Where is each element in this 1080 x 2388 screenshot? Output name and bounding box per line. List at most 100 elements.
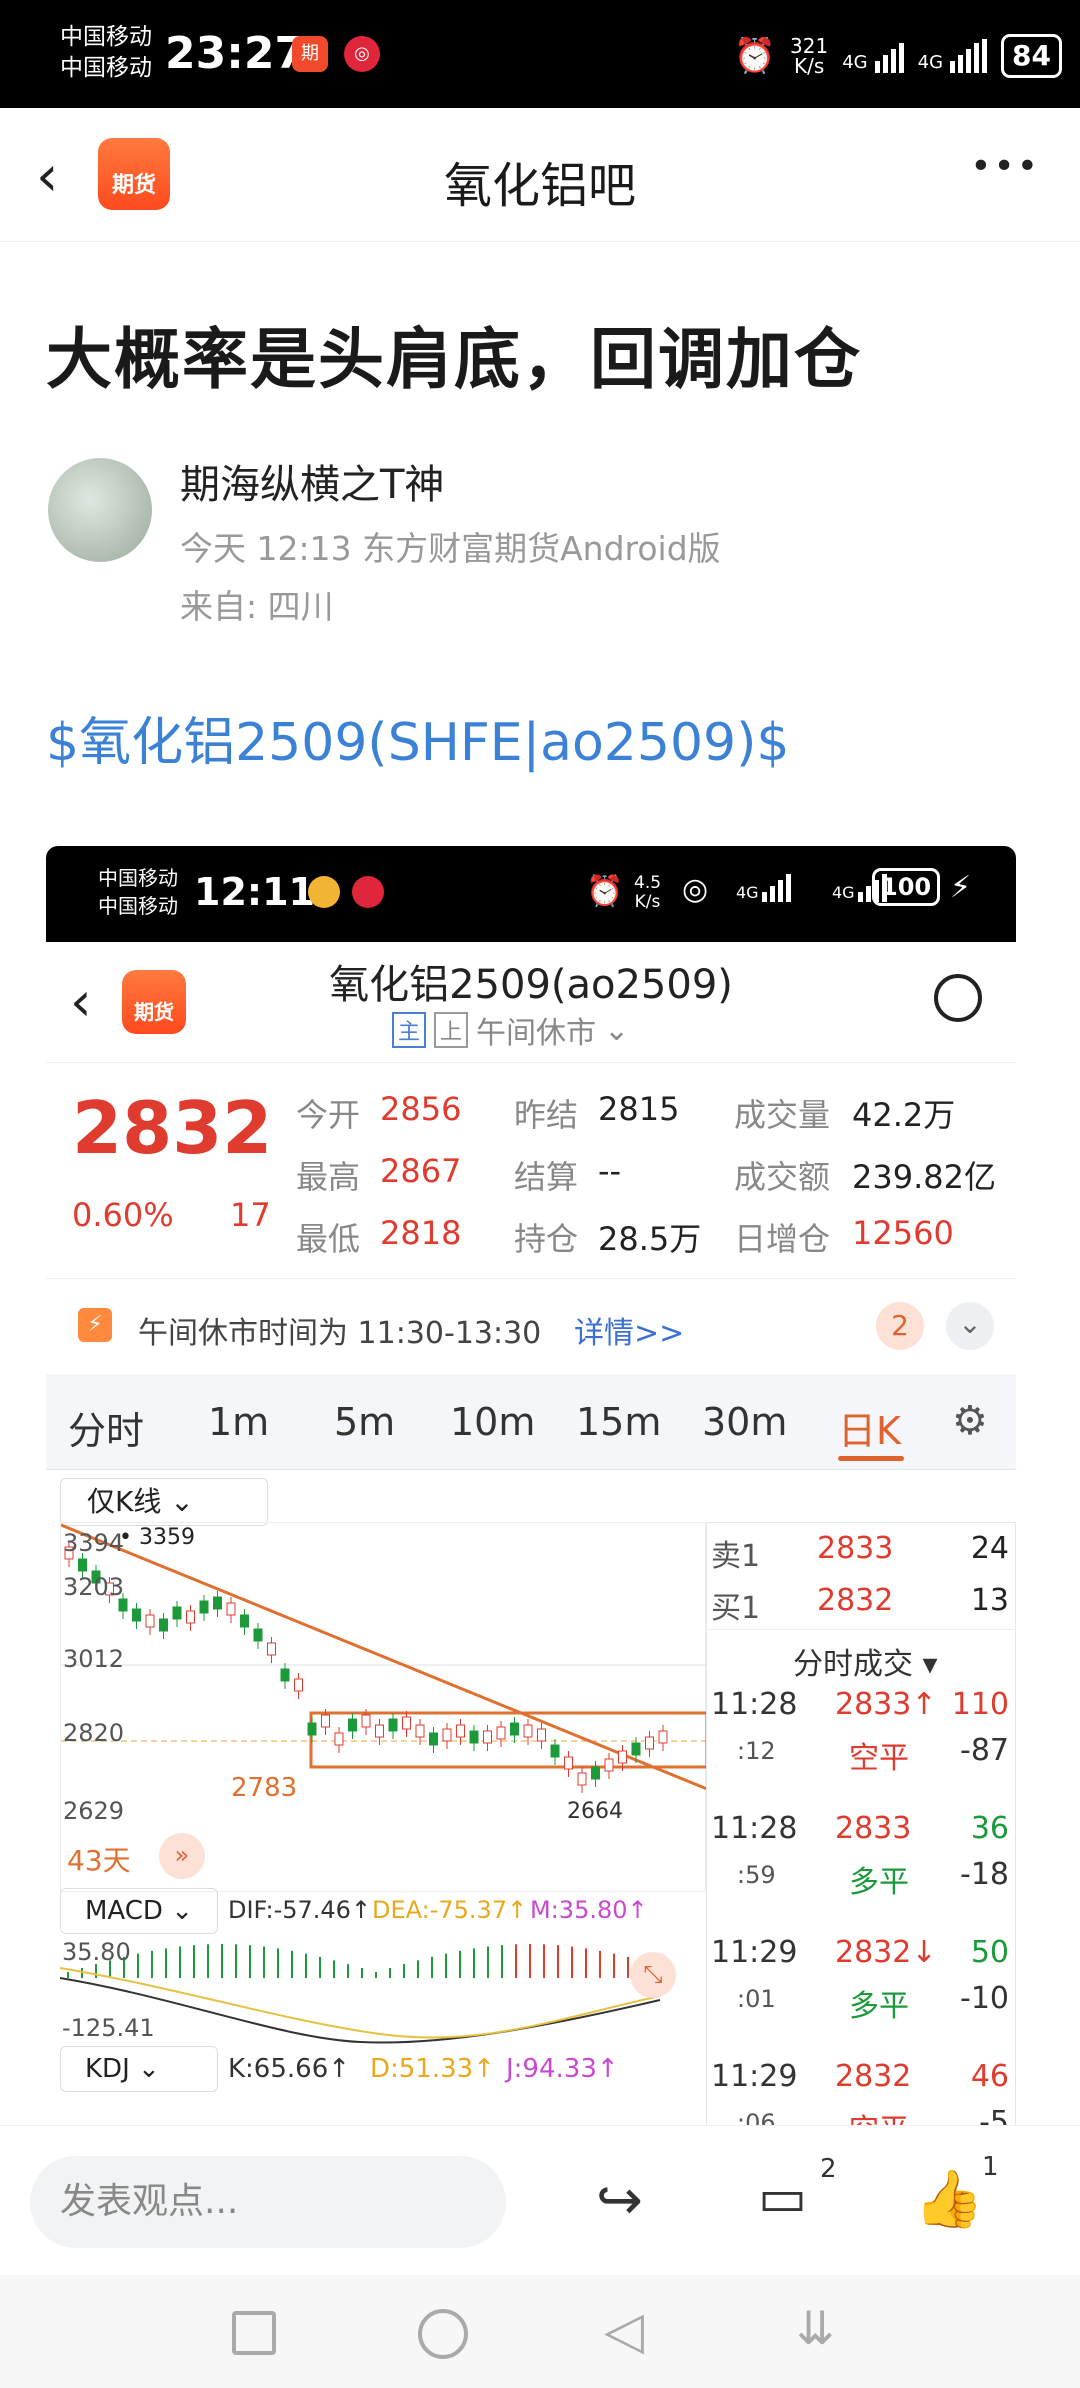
search-icon[interactable] bbox=[934, 974, 982, 1022]
candle bbox=[307, 1722, 317, 1736]
trade-type: 多平 bbox=[849, 1865, 909, 1900]
share-icon[interactable]: ↪ bbox=[596, 2168, 643, 2233]
battery-icon: 84 bbox=[1001, 34, 1062, 78]
candle bbox=[658, 1730, 668, 1744]
candle bbox=[429, 1732, 438, 1746]
like-icon[interactable]: 👍 bbox=[914, 2166, 984, 2232]
collapse-icon[interactable]: ⤡ bbox=[630, 1952, 676, 1998]
turnover-label: 成交额 bbox=[734, 1158, 831, 1196]
chevron-down-icon[interactable]: ⌄ bbox=[946, 1302, 994, 1350]
badge-up: 上 bbox=[434, 1012, 469, 1048]
sell1-price: 2833 bbox=[817, 1531, 894, 1566]
tab-30m[interactable]: 30m bbox=[702, 1400, 787, 1444]
trade-time: 11:28 bbox=[711, 1811, 798, 1846]
open-interest-value: 28.5万 bbox=[598, 1220, 702, 1258]
avatar[interactable] bbox=[48, 458, 152, 562]
tab-intraday[interactable]: 分时 bbox=[68, 1400, 144, 1455]
macd-m: M:35.80↑ bbox=[530, 1896, 648, 1924]
kline-chart[interactable]: 3394 • 3359 3203 3012 2820 2629 2783 266… bbox=[60, 1522, 709, 1892]
candle bbox=[604, 1758, 614, 1772]
embedded-screenshot[interactable]: 中国移动 中国移动 12:11 ⏰ 4.5 K/s ◎ 4G 4G 100 ⚡ ‹ … bbox=[46, 846, 1016, 2126]
sell1-volume: 24 bbox=[970, 1531, 1009, 1566]
days-label: 43天 bbox=[67, 1844, 131, 1877]
candle bbox=[280, 1668, 290, 1682]
trendline bbox=[60, 1523, 708, 1791]
candle bbox=[442, 1728, 452, 1742]
open-value: 2856 bbox=[380, 1090, 462, 1128]
macd-select[interactable]: MACD ⌄ bbox=[60, 1888, 218, 1934]
macd-bottom-label: -125.41 bbox=[62, 2014, 155, 2042]
candle bbox=[199, 1600, 209, 1614]
candle bbox=[388, 1718, 398, 1732]
prev-settle-value: 2815 bbox=[598, 1090, 680, 1128]
gear-icon[interactable]: ⚙ bbox=[952, 1398, 988, 1444]
trade-seconds: :12 bbox=[737, 1737, 776, 1765]
home-button[interactable] bbox=[418, 2309, 468, 2359]
low-value: 2818 bbox=[380, 1214, 462, 1252]
trade-seconds: :06 bbox=[737, 2109, 776, 2126]
settle-label: 结算 bbox=[514, 1158, 579, 1196]
tab-10m[interactable]: 10m bbox=[450, 1400, 535, 1444]
candle bbox=[240, 1614, 249, 1628]
trade-oi-change: -5 bbox=[979, 2105, 1009, 2126]
open-label: 今开 bbox=[296, 1096, 361, 1134]
hide-nav-button[interactable]: ⇊ bbox=[796, 2301, 835, 2355]
buy1-volume: 13 bbox=[970, 1583, 1009, 1618]
post-meta: 今天 12:13 东方财富期货Android版 bbox=[180, 529, 721, 568]
kdj-select[interactable]: KDJ ⌄ bbox=[60, 2046, 218, 2092]
like-count: 1 bbox=[982, 2152, 999, 2182]
macd-chart: 35.80 -125.41 ⤡ bbox=[59, 1938, 706, 2044]
candle bbox=[186, 1610, 195, 1624]
comment-icon[interactable]: ▭ bbox=[758, 2168, 807, 2228]
expand-icon[interactable]: » bbox=[159, 1833, 205, 1879]
candle bbox=[523, 1724, 533, 1738]
candle bbox=[537, 1728, 546, 1742]
trade-volume: 36 bbox=[970, 1811, 1009, 1846]
tab-5m[interactable]: 5m bbox=[334, 1400, 395, 1444]
candle bbox=[253, 1628, 263, 1642]
carrier-info: 中国移动 中国移动 bbox=[60, 22, 152, 84]
more-icon[interactable]: ••• bbox=[970, 146, 1040, 187]
candle bbox=[172, 1606, 182, 1620]
high-label: 最高 bbox=[296, 1158, 361, 1196]
stock-tag-link[interactable]: $氧化铝2509(SHFE|ao2509)$ bbox=[46, 700, 790, 775]
volume-label: 成交量 bbox=[734, 1096, 831, 1134]
candle bbox=[550, 1744, 560, 1758]
candle bbox=[334, 1732, 344, 1746]
active-tab-indicator bbox=[838, 1456, 904, 1461]
period-tabs: 分时 1m 5m 10m 15m 30m 日K ⚙ bbox=[46, 1374, 1016, 1470]
author-name[interactable]: 期海纵横之T神 bbox=[180, 452, 444, 510]
change-percent: 0.60% bbox=[72, 1196, 174, 1234]
notice-count-badge[interactable]: 2 bbox=[876, 1302, 924, 1350]
wifi-icon: ◎ bbox=[682, 872, 709, 907]
kdj-d: D:51.33↑ bbox=[370, 2054, 495, 2084]
candle bbox=[226, 1602, 236, 1616]
post-location: 来自: 四川 bbox=[180, 587, 334, 626]
back-button[interactable]: ◁ bbox=[604, 2301, 644, 2361]
notice-detail-link[interactable]: 详情>> bbox=[574, 1308, 684, 1352]
buy1-label: 买1 bbox=[711, 1591, 761, 1626]
kline-mode-select[interactable]: 仅K线 ⌄ bbox=[60, 1478, 268, 1526]
trade-price: 2832↓ bbox=[835, 1935, 937, 1970]
trade-type: 空平 bbox=[849, 1741, 909, 1776]
tab-15m[interactable]: 15m bbox=[576, 1400, 661, 1444]
candle bbox=[361, 1714, 371, 1728]
tab-1m[interactable]: 1m bbox=[208, 1400, 269, 1444]
notification-icon bbox=[352, 876, 384, 908]
trades-title[interactable]: 分时成交 ▾ bbox=[793, 1639, 938, 1683]
candle bbox=[577, 1772, 587, 1786]
comment-input[interactable]: 发表观点... bbox=[30, 2156, 506, 2248]
buy1-price: 2832 bbox=[817, 1583, 894, 1618]
post-title: 大概率是头肩底，回调加仓 bbox=[46, 321, 862, 398]
trade-oi-change: -10 bbox=[960, 1981, 1009, 2016]
settle-value: -- bbox=[598, 1152, 622, 1190]
recents-button[interactable] bbox=[232, 2311, 276, 2355]
tab-daily-k[interactable]: 日K bbox=[838, 1400, 901, 1455]
chevron-down-icon[interactable]: ⌄ bbox=[604, 1013, 629, 1048]
market-status: 午间休市 bbox=[476, 1016, 597, 1051]
order-book-panel: 卖1 2833 24 买1 2832 13 分时成交 ▾ 11:28:12 283… bbox=[706, 1522, 1016, 2126]
candle bbox=[631, 1742, 641, 1756]
candle bbox=[496, 1726, 506, 1740]
axis-label-3203: 3203 bbox=[63, 1573, 125, 1601]
app-notification-icon: 期 bbox=[292, 36, 328, 72]
